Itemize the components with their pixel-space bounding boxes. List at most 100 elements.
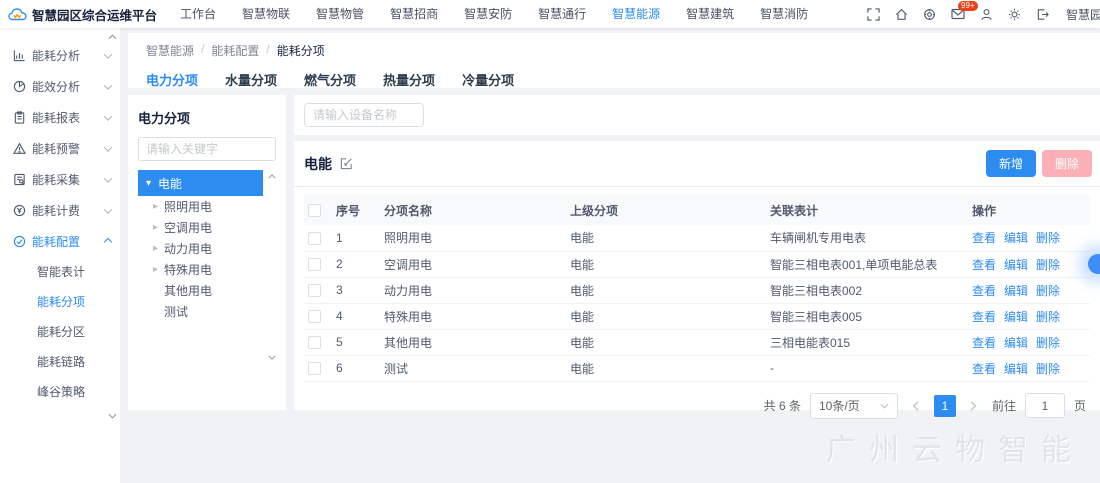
tab-heat[interactable]: 热量分项 (383, 70, 435, 89)
select-all-checkbox[interactable] (308, 204, 321, 217)
delete-link[interactable]: 删除 (1036, 231, 1060, 245)
tree-node-special[interactable]: ▸ 特殊用电 (138, 259, 263, 280)
caret-expanded-icon[interactable]: ▾ (146, 178, 151, 189)
breadcrumb: 智慧能源 / 能耗配置 / 能耗分项 (146, 42, 1082, 59)
sidebar-item-energy-billing[interactable]: 能耗计费 (0, 195, 120, 226)
tree-node-hvac[interactable]: ▸ 空调用电 (138, 217, 263, 238)
caret-collapsed-icon[interactable]: ▸ (153, 264, 158, 275)
nav-item-workbench[interactable]: 工作台 (167, 0, 229, 28)
sidebar-item-energy-alert[interactable]: 能耗预警 (0, 133, 120, 164)
theme-sun-icon[interactable] (1008, 8, 1021, 21)
sidebar-scroll-down-icon[interactable] (108, 413, 117, 419)
mail-icon[interactable]: 99+ (951, 8, 965, 20)
delete-link[interactable]: 删除 (1036, 310, 1060, 324)
home-icon[interactable] (895, 8, 908, 21)
current-page-button[interactable]: 1 (934, 395, 956, 417)
view-link[interactable]: 查看 (972, 284, 996, 298)
row-checkbox[interactable] (308, 284, 321, 297)
nav-item-access[interactable]: 智慧通行 (525, 0, 599, 28)
delete-button[interactable]: 删除 (1042, 150, 1092, 177)
sidebar-item-energy-config[interactable]: 能耗配置 (0, 226, 120, 257)
tree-node-root[interactable]: ▾ 电能 (138, 170, 263, 196)
tab-gas[interactable]: 燃气分项 (304, 70, 356, 89)
col-header-no: 序号 (332, 195, 380, 225)
row-checkbox[interactable] (308, 362, 321, 375)
row-checkbox[interactable] (308, 232, 321, 245)
goto-page-input[interactable] (1025, 393, 1065, 418)
fullscreen-icon[interactable] (867, 8, 880, 21)
view-link[interactable]: 查看 (972, 310, 996, 324)
caret-collapsed-icon[interactable]: ▸ (153, 222, 158, 233)
view-link[interactable]: 查看 (972, 258, 996, 272)
sidebar-subitem-peak-valley[interactable]: 峰谷策略 (0, 377, 120, 407)
prev-page-button[interactable] (907, 395, 925, 417)
nav-item-energy[interactable]: 智慧能源 (599, 0, 673, 28)
sidebar-subitem-energy-link[interactable]: 能耗链路 (0, 347, 120, 377)
tree-node-power[interactable]: ▸ 动力用电 (138, 238, 263, 259)
row-checkbox[interactable] (308, 336, 321, 349)
breadcrumb-item[interactable]: 智慧能源 (146, 42, 194, 59)
settings-gear-icon[interactable] (923, 8, 936, 21)
main-panel: 电能 新增 删除 序号 分项名称 上级分项 关联表计 操作 1 (294, 95, 1100, 410)
row-checkbox[interactable] (308, 310, 321, 323)
user-icon[interactable] (980, 8, 993, 21)
view-link[interactable]: 查看 (972, 362, 996, 376)
edit-link[interactable]: 编辑 (1004, 336, 1028, 350)
edit-link[interactable]: 编辑 (1004, 231, 1028, 245)
tree-node-lighting[interactable]: ▸ 照明用电 (138, 196, 263, 217)
delete-link[interactable]: 删除 (1036, 362, 1060, 376)
sidebar-subitem-energy-subitem[interactable]: 能耗分项 (0, 287, 120, 317)
delete-link[interactable]: 删除 (1036, 258, 1060, 272)
sidebar-item-energy-collection[interactable]: 能耗采集 (0, 164, 120, 195)
page-size-select[interactable]: 10条/页 (810, 393, 898, 419)
sidebar-subitem-energy-zone[interactable]: 能耗分区 (0, 317, 120, 347)
tenant-name[interactable]: 智慧园区 (1066, 6, 1100, 23)
next-page-button[interactable] (965, 395, 983, 417)
brand[interactable]: 智慧园区综合运维平台 (8, 5, 157, 24)
nav-item-iot[interactable]: 智慧物联 (229, 0, 303, 28)
caret-collapsed-icon[interactable]: ▸ (153, 201, 158, 212)
view-link[interactable]: 查看 (972, 231, 996, 245)
nav-item-building[interactable]: 智慧建筑 (673, 0, 747, 28)
sidebar-item-energy-analysis[interactable]: 能耗分析 (0, 40, 120, 71)
chevron-down-icon (104, 143, 112, 151)
sidebar-scroll-up-icon[interactable] (108, 34, 117, 40)
tab-electricity[interactable]: 电力分项 (146, 70, 198, 89)
edit-icon[interactable] (340, 157, 353, 170)
cloud-logo-icon (8, 7, 27, 22)
sidebar-item-efficiency-analysis[interactable]: 能效分析 (0, 71, 120, 102)
edit-link[interactable]: 编辑 (1004, 284, 1028, 298)
tree-scroll-down-icon[interactable] (268, 355, 276, 360)
edit-link[interactable]: 编辑 (1004, 258, 1028, 272)
edit-link[interactable]: 编辑 (1004, 362, 1028, 376)
nav-item-leasing[interactable]: 智慧招商 (377, 0, 451, 28)
device-search-section (294, 95, 1100, 135)
row-checkbox[interactable] (308, 258, 321, 271)
navbar-actions: 99+ 智慧园区 (867, 6, 1100, 23)
sidebar-item-energy-report[interactable]: 能耗报表 (0, 102, 120, 133)
keyword-search-input[interactable] (138, 137, 276, 161)
bar-chart-icon (13, 49, 26, 62)
pagination-total: 共 6 条 (764, 397, 801, 414)
tree-scroll-up-icon[interactable] (268, 174, 276, 179)
tab-water[interactable]: 水量分项 (225, 70, 277, 89)
view-link[interactable]: 查看 (972, 336, 996, 350)
tree-node-other[interactable]: 其他用电 (138, 280, 263, 301)
nav-item-fire[interactable]: 智慧消防 (747, 0, 821, 28)
breadcrumb-item[interactable]: 能耗配置 (211, 42, 259, 59)
nav-item-security[interactable]: 智慧安防 (451, 0, 525, 28)
delete-link[interactable]: 删除 (1036, 336, 1060, 350)
device-search-input[interactable] (304, 103, 424, 127)
caret-collapsed-icon[interactable]: ▸ (153, 243, 158, 254)
tab-cooling[interactable]: 冷量分项 (462, 70, 514, 89)
add-button[interactable]: 新增 (986, 150, 1036, 177)
edit-link[interactable]: 编辑 (1004, 310, 1028, 324)
sidebar-subitem-smart-meter[interactable]: 智能表计 (0, 257, 120, 287)
tree-node-test[interactable]: 测试 (138, 301, 263, 322)
col-header-name: 分项名称 (380, 195, 566, 225)
logout-icon[interactable] (1036, 8, 1049, 21)
nav-item-property[interactable]: 智慧物管 (303, 0, 377, 28)
table-row: 6 测试 电能 - 查看编辑删除 (304, 355, 1090, 381)
subitem-tree: ▾ 电能 ▸ 照明用电 ▸ 空调用电 ▸ 动力用电 ▸ 特殊用电 其他用电 测试 (138, 170, 276, 322)
delete-link[interactable]: 删除 (1036, 284, 1060, 298)
